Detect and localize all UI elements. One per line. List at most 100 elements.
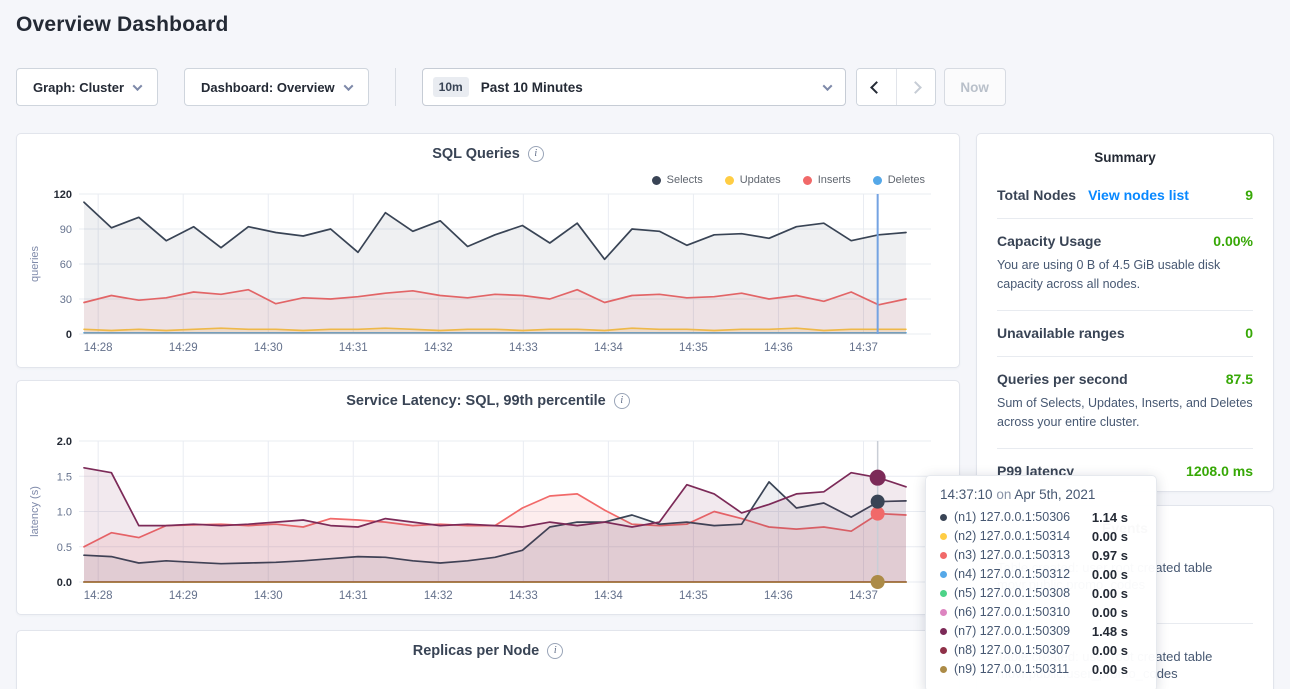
dashboard-dropdown[interactable]: Dashboard: Overview bbox=[184, 68, 369, 106]
tooltip-node-address: (n6) 127.0.0.1:50310 bbox=[954, 603, 1070, 622]
summary-title: Summary bbox=[997, 134, 1253, 173]
tooltip-node-address: (n8) 127.0.0.1:50307 bbox=[954, 641, 1070, 660]
svg-text:14:28: 14:28 bbox=[84, 342, 113, 354]
toolbar-divider bbox=[395, 68, 396, 106]
svg-text:14:36: 14:36 bbox=[764, 590, 793, 602]
service-latency-plot[interactable]: 0.00.51.01.52.014:2814:2914:3014:3114:32… bbox=[17, 381, 961, 616]
view-nodes-list-link[interactable]: View nodes list bbox=[1088, 187, 1189, 203]
summary-row-subtext: You are using 0 B of 4.5 GiB usable disk… bbox=[997, 256, 1253, 295]
tooltip-node-latency: 0.00 s bbox=[1092, 527, 1128, 546]
tooltip-node-row: (n8) 127.0.0.1:50307 0.00 s bbox=[940, 641, 1156, 660]
svg-text:14:37: 14:37 bbox=[849, 342, 878, 354]
tooltip-node-latency: 0.00 s bbox=[1092, 603, 1128, 622]
time-step-buttons bbox=[856, 68, 936, 106]
tooltip-node-row: (n3) 127.0.0.1:50313 0.97 s bbox=[940, 546, 1156, 565]
tooltip-node-latency: 1.14 s bbox=[1092, 508, 1128, 527]
overview-dashboard-page: Overview Dashboard Graph: Cluster Dashbo… bbox=[0, 0, 1290, 689]
summary-row-value: 0 bbox=[1245, 325, 1253, 341]
svg-text:14:31: 14:31 bbox=[339, 590, 368, 602]
chevron-down-icon bbox=[133, 81, 143, 91]
toolbar: Graph: Cluster Dashboard: Overview 10m P… bbox=[16, 68, 1006, 106]
svg-text:14:34: 14:34 bbox=[594, 590, 623, 602]
sql-queries-plot[interactable]: 030609012014:2814:2914:3014:3114:3214:33… bbox=[17, 134, 961, 369]
sql-queries-chart-card: SQL Queries i SelectsUpdatesInsertsDelet… bbox=[16, 133, 960, 368]
page-title: Overview Dashboard bbox=[16, 13, 229, 37]
summary-inner: Summary Total NodesView nodes list9Capac… bbox=[977, 134, 1273, 494]
dashboard-dropdown-label: Dashboard: Overview bbox=[201, 80, 335, 95]
svg-text:14:33: 14:33 bbox=[509, 590, 538, 602]
node-color-dot-icon bbox=[940, 609, 947, 616]
summary-row: Capacity Usage 0.00% You are using 0 B of … bbox=[997, 219, 1253, 311]
tooltip-node-latency: 0.00 s bbox=[1092, 565, 1128, 584]
svg-text:2.0: 2.0 bbox=[57, 436, 72, 448]
chevron-down-icon bbox=[822, 81, 832, 91]
tooltip-node-address: (n3) 127.0.0.1:50313 bbox=[954, 546, 1070, 565]
node-color-dot-icon bbox=[940, 628, 947, 635]
svg-text:14:32: 14:32 bbox=[424, 590, 453, 602]
tooltip-node-address: (n1) 127.0.0.1:50306 bbox=[954, 508, 1070, 527]
svg-text:14:33: 14:33 bbox=[509, 342, 538, 354]
replicas-per-node-chart-card: Replicas per Node i bbox=[16, 630, 960, 689]
tooltip-node-address: (n9) 127.0.0.1:50311 bbox=[954, 660, 1069, 679]
tooltip-node-latency: 1.48 s bbox=[1092, 622, 1128, 641]
summary-row-value: 0.00% bbox=[1213, 233, 1253, 249]
svg-text:14:29: 14:29 bbox=[169, 590, 198, 602]
summary-row: Total NodesView nodes list9 bbox=[997, 173, 1253, 219]
summary-panel: Summary Total NodesView nodes list9Capac… bbox=[976, 133, 1274, 492]
summary-row: Queries per second 87.5 Sum of Selects, Up… bbox=[997, 357, 1253, 449]
node-color-dot-icon bbox=[940, 533, 947, 540]
chevron-right-icon bbox=[909, 81, 922, 94]
summary-row-label: Unavailable ranges bbox=[997, 325, 1125, 341]
graph-dropdown-label: Graph: Cluster bbox=[33, 80, 124, 95]
tooltip-node-row: (n4) 127.0.0.1:50312 0.00 s bbox=[940, 565, 1156, 584]
svg-text:14:32: 14:32 bbox=[424, 342, 453, 354]
summary-row-label: Capacity Usage bbox=[997, 233, 1101, 249]
tooltip-node-row: (n7) 127.0.0.1:503091.48 s bbox=[940, 622, 1156, 641]
chevron-left-icon bbox=[870, 81, 883, 94]
chevron-down-icon bbox=[343, 81, 353, 91]
tooltip-node-row: (n9) 127.0.0.1:503110.00 s bbox=[940, 660, 1156, 679]
tooltip-node-address: (n5) 127.0.0.1:50308 bbox=[954, 584, 1070, 603]
time-range-label: Past 10 Minutes bbox=[481, 80, 583, 95]
tooltip-node-row: (n2) 127.0.0.1:503140.00 s bbox=[940, 527, 1156, 546]
tooltip-node-address: (n4) 127.0.0.1:50312 bbox=[954, 565, 1070, 584]
node-color-dot-icon bbox=[940, 590, 947, 597]
service-latency-chart-card: Service Latency: SQL, 99th percentile i … bbox=[16, 380, 960, 615]
svg-text:0: 0 bbox=[66, 329, 72, 341]
svg-text:14:37: 14:37 bbox=[849, 590, 878, 602]
svg-text:0.5: 0.5 bbox=[57, 542, 72, 554]
tooltip-node-row: (n5) 127.0.0.1:503080.00 s bbox=[940, 584, 1156, 603]
node-color-dot-icon bbox=[940, 647, 947, 654]
svg-text:14:31: 14:31 bbox=[339, 342, 368, 354]
svg-text:14:29: 14:29 bbox=[169, 342, 198, 354]
node-color-dot-icon bbox=[940, 571, 947, 578]
svg-text:0.0: 0.0 bbox=[57, 577, 72, 589]
tooltip-node-row: (n1) 127.0.0.1:50306 1.14 s bbox=[940, 508, 1156, 527]
time-range-badge: 10m bbox=[433, 77, 469, 97]
svg-text:14:35: 14:35 bbox=[679, 590, 708, 602]
tooltip-timestamp: 14:37:10 on Apr 5th, 2021 bbox=[940, 487, 1156, 502]
svg-text:14:34: 14:34 bbox=[594, 342, 623, 354]
chart-head: Replicas per Node i bbox=[17, 643, 959, 659]
summary-row-value: 1208.0 ms bbox=[1186, 463, 1253, 479]
tooltip-node-latency: 0.97 s bbox=[1092, 546, 1128, 565]
svg-text:14:35: 14:35 bbox=[679, 342, 708, 354]
node-color-dot-icon bbox=[940, 514, 947, 521]
summary-row-label: Queries per second bbox=[997, 371, 1128, 387]
time-prev-button[interactable] bbox=[857, 69, 896, 105]
time-next-button[interactable] bbox=[896, 69, 935, 105]
graph-dropdown[interactable]: Graph: Cluster bbox=[16, 68, 158, 106]
svg-text:latency (s): latency (s) bbox=[29, 486, 41, 537]
summary-row: Unavailable ranges 0 bbox=[997, 311, 1253, 357]
svg-text:14:36: 14:36 bbox=[764, 342, 793, 354]
svg-text:queries: queries bbox=[29, 245, 41, 282]
svg-text:1.0: 1.0 bbox=[57, 507, 72, 519]
summary-row-subtext: Sum of Selects, Updates, Inserts, and De… bbox=[997, 394, 1253, 433]
now-button[interactable]: Now bbox=[944, 68, 1006, 106]
summary-row-value: 9 bbox=[1245, 187, 1253, 203]
summary-row-value: 87.5 bbox=[1226, 371, 1253, 387]
time-range-picker[interactable]: 10m Past 10 Minutes bbox=[422, 68, 846, 106]
svg-text:14:30: 14:30 bbox=[254, 342, 283, 354]
tooltip-node-latency: 0.00 s bbox=[1092, 641, 1128, 660]
info-icon[interactable]: i bbox=[547, 643, 563, 659]
